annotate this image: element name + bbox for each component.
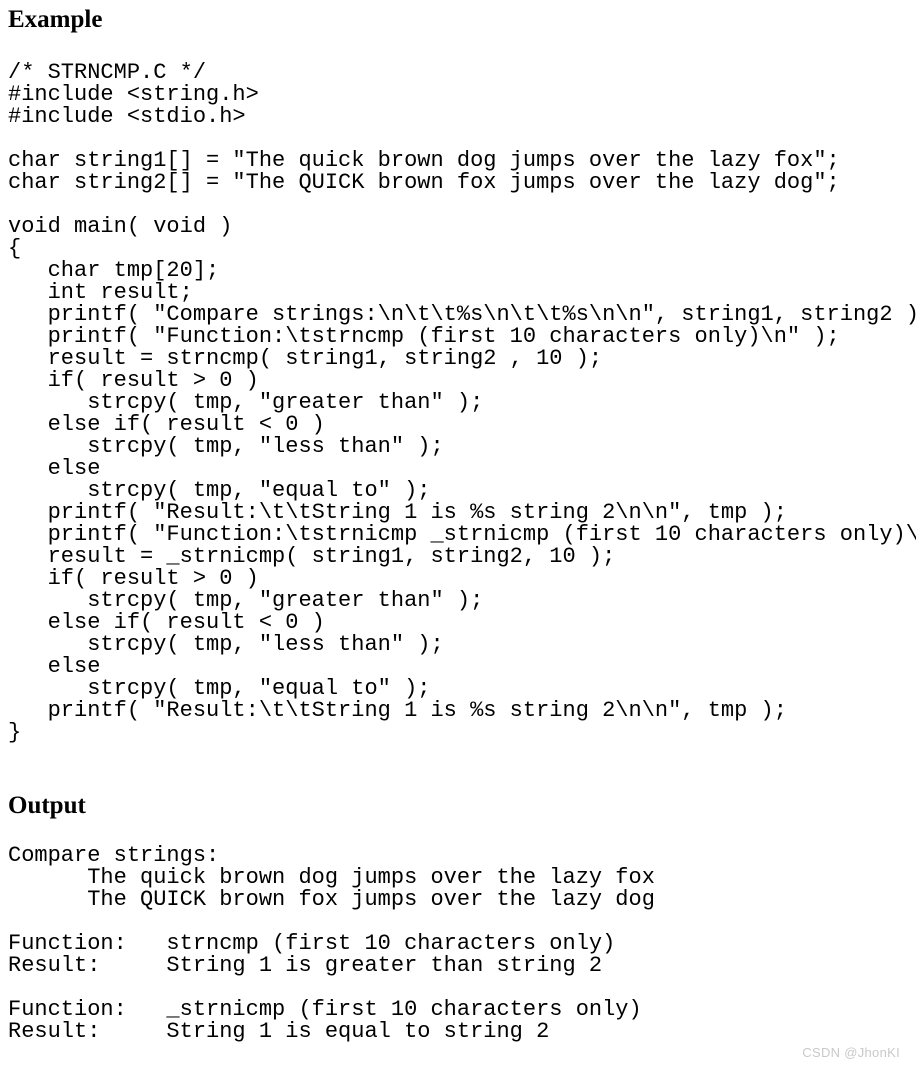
document-page: Example /* STRNCMP.C */#include <string.… (0, 0, 916, 1069)
example-code-line: result = strncmp( string1, string2 , 10 … (8, 346, 603, 371)
example-code-line: { (8, 236, 22, 261)
example-code-line: char string1[] = "The quick brown dog ju… (8, 148, 840, 173)
page-title-output: Output (8, 792, 86, 819)
example-code-line: strcpy( tmp, "equal to" ); (8, 676, 431, 701)
example-code-line: strcpy( tmp, "greater than" ); (8, 588, 484, 613)
example-code-line: int result; (8, 280, 193, 305)
example-code-line: #include <string.h> (8, 82, 259, 107)
example-code-line: } (8, 720, 22, 745)
example-code-line: strcpy( tmp, "greater than" ); (8, 390, 484, 415)
example-code-line: if( result > 0 ) (8, 368, 259, 393)
output-code-line: Result: String 1 is equal to string 2 (8, 1019, 550, 1044)
example-code-line: result = _strnicmp( string1, string2, 10… (8, 544, 616, 569)
example-code-line: else (8, 456, 101, 481)
output-code-line: Compare strings: (8, 843, 220, 868)
code-block-example: /* STRNCMP.C */#include <string.h> #inclu… (8, 62, 916, 744)
example-code-line: char string2[] = "The QUICK brown fox ju… (8, 170, 840, 195)
example-code-line (8, 194, 916, 216)
output-code-line: The quick brown dog jumps over the lazy … (8, 865, 655, 890)
example-code-line: else (8, 654, 101, 679)
example-code-line: else if( result < 0 ) (8, 412, 325, 437)
example-code-line: if( result > 0 ) (8, 566, 259, 591)
code-block-output: Compare strings: The quick brown dog jum… (8, 845, 655, 1043)
example-code-line: printf( "Result:\t\tString 1 is %s strin… (8, 500, 787, 525)
example-code-line: strcpy( tmp, "equal to" ); (8, 478, 431, 503)
output-code-line (8, 977, 655, 999)
example-code-line: void main( void ) (8, 214, 233, 239)
example-code-line: printf( "Function:\tstrnicmp _strnicmp (… (8, 522, 916, 547)
example-code-line: strcpy( tmp, "less than" ); (8, 632, 444, 657)
example-code-line: printf( "Function:\tstrncmp (first 10 ch… (8, 324, 840, 349)
output-code-line: Result: String 1 is greater than string … (8, 953, 603, 978)
page-title-example: Example (8, 6, 103, 33)
example-code-line: printf( "Compare strings:\n\t\t%s\n\t\t%… (8, 302, 916, 327)
example-code-line: else if( result < 0 ) (8, 610, 325, 635)
example-code-line (8, 128, 916, 150)
output-code-line: Function: _strnicmp (first 10 characters… (8, 997, 642, 1022)
example-code-line: /* STRNCMP.C */ (8, 60, 207, 85)
example-code-line: #include <stdio.h> (8, 104, 246, 129)
output-code-line (8, 911, 655, 933)
output-code-line: The QUICK brown fox jumps over the lazy … (8, 887, 655, 912)
example-code-line: char tmp[20]; (8, 258, 220, 283)
example-code-line: printf( "Result:\t\tString 1 is %s strin… (8, 698, 787, 723)
watermark-label: CSDN @JhonKI (802, 1045, 900, 1060)
example-code-line: strcpy( tmp, "less than" ); (8, 434, 444, 459)
output-code-line: Function: strncmp (first 10 characters o… (8, 931, 616, 956)
